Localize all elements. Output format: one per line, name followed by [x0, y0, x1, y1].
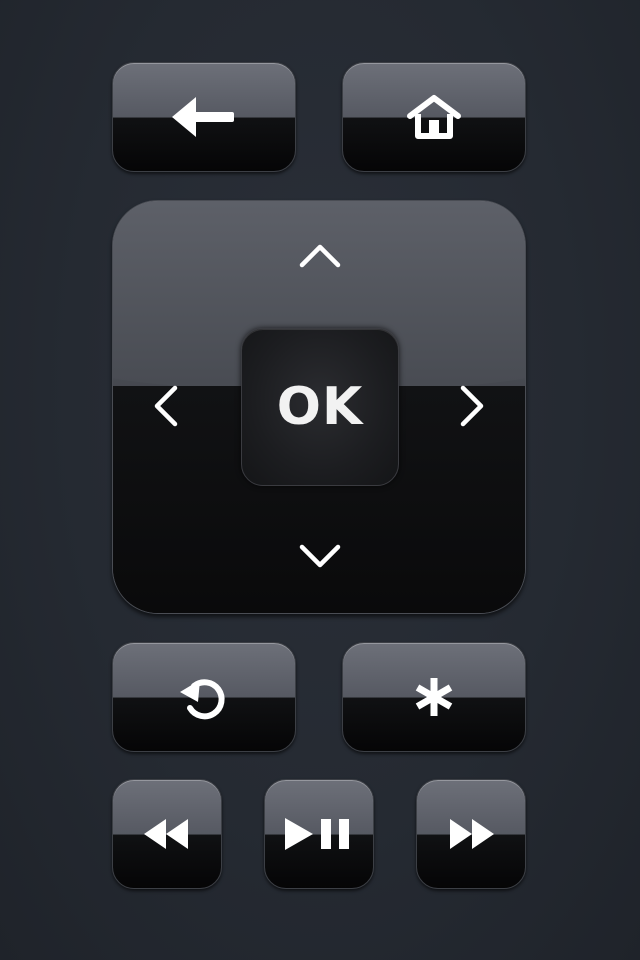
play-pause-icon [283, 816, 355, 852]
replay-icon [176, 672, 232, 722]
fast-forward-icon [448, 817, 494, 851]
back-button[interactable] [112, 62, 296, 172]
dpad-down-button[interactable] [290, 529, 350, 589]
dpad: OK [112, 200, 526, 614]
chevron-right-icon [459, 384, 487, 433]
asterisk-icon [412, 675, 456, 719]
rewind-button[interactable] [112, 779, 222, 889]
home-button[interactable] [342, 62, 526, 172]
dpad-up-button[interactable] [290, 227, 350, 287]
dpad-right-button[interactable] [443, 378, 503, 438]
chevron-left-icon [151, 384, 179, 433]
fast-forward-button[interactable] [416, 779, 526, 889]
chevron-down-icon [298, 543, 342, 576]
replay-button[interactable] [112, 642, 296, 752]
rewind-icon [144, 817, 190, 851]
back-arrow-icon [172, 95, 236, 139]
ok-button[interactable]: OK [241, 328, 399, 486]
ok-label: OK [276, 377, 364, 437]
options-button[interactable] [342, 642, 526, 752]
home-icon [405, 94, 463, 140]
chevron-up-icon [298, 241, 342, 274]
dpad-left-button[interactable] [135, 378, 195, 438]
play-pause-button[interactable] [264, 779, 374, 889]
